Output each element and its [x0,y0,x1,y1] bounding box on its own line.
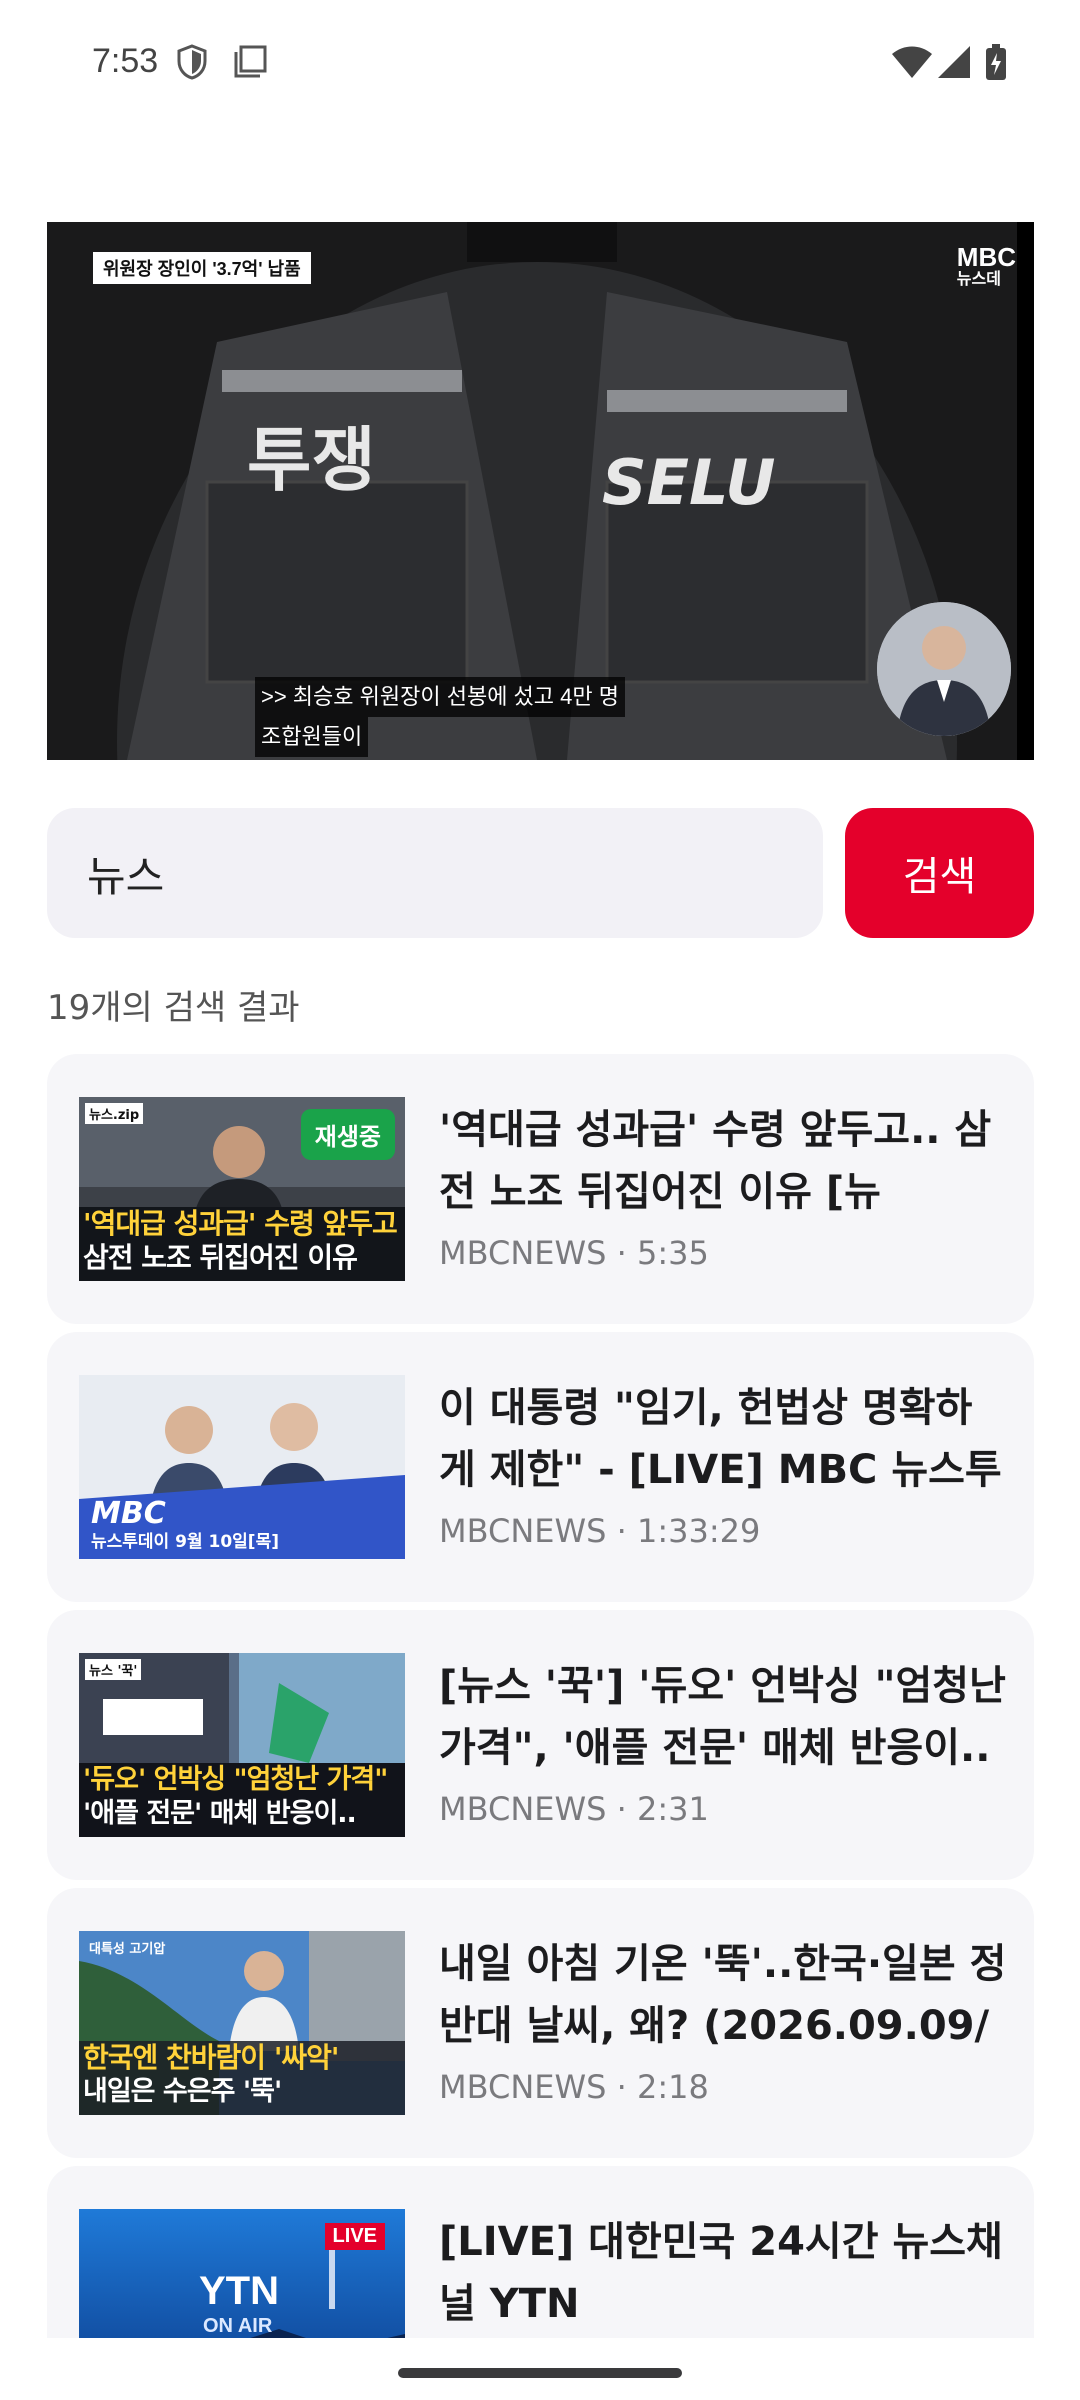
search-input[interactable]: 뉴스 [47,808,823,938]
signal-icon [936,44,972,84]
video-meta: MBCNEWS · 2:18 [439,2068,709,2106]
thumbnail-tag: 뉴스.zip [85,1103,144,1124]
wifi-icon [890,44,934,84]
thumbnail-text-line1: 뉴스투데이 9월 10일[목] [91,1532,279,1552]
thumbnail-tag: 대특성 고기압 [89,1942,166,1957]
thumbnail-logo: YTN [199,2269,279,2313]
video-top-caption: 위원장 장인이 '3.7억' 납품 [93,252,311,284]
list-item[interactable]: LIVE YTN ON AIR [LIVE] 대한민국 24시간 뉴스채널 YT… [47,2166,1034,2338]
video-meta: MBCNEWS · 1:33:29 [439,1512,761,1550]
video-channel-logo: MBC 뉴스데 [957,244,1016,290]
list-item[interactable]: 뉴스 '꾹' '듀오' 언박싱 "엄청난 가격" '애플 전문' 매체 반응이.… [47,1610,1034,1880]
thumbnail-text-line1: '듀오' 언박싱 "엄청난 가격" [83,1764,388,1795]
video-meta: MBCNEWS · 5:35 [439,1234,709,1272]
svg-text:투쟁: 투쟁 [247,419,376,501]
video-meta: MBCNEWS · 2:31 [439,1790,709,1828]
home-indicator[interactable] [398,2368,682,2378]
live-badge: LIVE [324,2223,385,2250]
results-list: 뉴스.zip 재생중 '역대급 성과급' 수령 앞두고 삼전 노조 뒤집어진 이… [47,1048,1034,2338]
video-subtitle-line1: >> 최승호 위원장이 선봉에 섰고 4만 명 [255,677,625,717]
shield-icon [176,44,208,84]
now-playing-badge: 재생중 [300,1109,395,1160]
video-thumbnail: 대특성 고기압 한국엔 찬바람이 '싸악' 내일은 수은주 '뚝' [79,1931,405,2115]
list-item[interactable]: 대특성 고기압 한국엔 찬바람이 '싸악' 내일은 수은주 '뚝' 내일 아침 … [47,1888,1034,2158]
svg-text:SELU: SELU [602,446,775,519]
thumbnail-text-line2: 삼전 노조 뒤집어진 이유 [83,1241,358,1274]
thumbnail-logo: MBC [91,1496,166,1531]
thumbnail-text-line2: 내일은 수은주 '뚝' [83,2076,282,2107]
video-title: 내일 아침 기온 '뚝'..한국·일본 정반대 날씨, 왜? (2026.09.… [439,1941,1007,2049]
video-thumbnail: MBC 뉴스투데이 9월 10일[목] [79,1375,405,1559]
video-subtitle: >> 최승호 위원장이 선봉에 섰고 4만 명 조합원들이 [255,677,625,757]
sign-language-interpreter [877,602,1011,736]
video-title: [뉴스 '꾹'] '듀오' 언박싱 "엄청난 가격", '애플 전문' 매체 반… [439,1663,1006,1771]
battery-icon [984,44,1008,84]
screen-icon [232,44,268,84]
status-time: 7:53 [92,42,159,80]
list-item[interactable]: 뉴스.zip 재생중 '역대급 성과급' 수령 앞두고 삼전 노조 뒤집어진 이… [47,1054,1034,1324]
video-title: [LIVE] 대한민국 24시간 뉴스채널 YTN [439,2219,1003,2327]
list-item[interactable]: MBC 뉴스투데이 9월 10일[목] 이 대통령 "임기, 헌법상 명확하게 … [47,1332,1034,1602]
video-thumbnail: 뉴스 '꾹' '듀오' 언박싱 "엄청난 가격" '애플 전문' 매체 반응이.… [79,1653,405,1837]
video-thumbnail: LIVE YTN ON AIR [79,2209,405,2338]
video-title: 이 대통령 "임기, 헌법상 명확하게 제한" - [LIVE] MBC 뉴스투… [439,1385,1002,1493]
thumbnail-sub: ON AIR [203,2315,273,2337]
result-count: 19개의 검색 결과 [47,988,300,1028]
search-button[interactable]: 검색 [845,808,1034,938]
video-player[interactable]: 투쟁 SELU 위원장 장인이 '3.7억' 납품 MBC 뉴스데 >> 최승호… [47,222,1034,760]
thumbnail-text-line1: '역대급 성과급' 수령 앞두고 [83,1207,398,1240]
video-logo-line1: MBC [956,242,1016,272]
thumbnail-tag: 뉴스 '꾹' [85,1659,142,1680]
thumbnail-text-line1: 한국엔 찬바람이 '싸악' [83,2041,339,2074]
video-title: '역대급 성과급' 수령 앞두고.. 삼전 노조 뒤집어진 이유 [뉴 [439,1107,992,1215]
search-input-value: 뉴스 [87,851,165,901]
status-bar: 7:53 [0,0,1080,130]
video-thumbnail: 뉴스.zip 재생중 '역대급 성과급' 수령 앞두고 삼전 노조 뒤집어진 이… [79,1097,405,1281]
thumbnail-text-line2: '애플 전문' 매체 반응이.. [83,1798,357,1829]
video-subtitle-line2: 조합원들이 [255,717,369,757]
video-logo-line2: 뉴스데 [956,271,1001,288]
